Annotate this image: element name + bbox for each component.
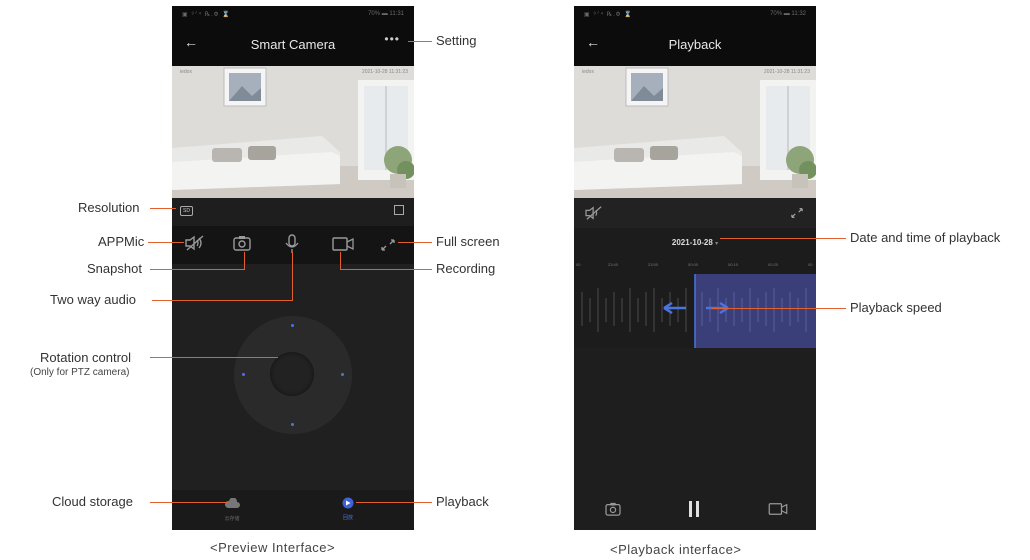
- room-scene: [574, 66, 816, 198]
- cloud-storage-callout-line: [150, 502, 228, 503]
- ptz-down-dot[interactable]: [291, 423, 294, 426]
- playback-speed-callout: Playback speed: [850, 300, 942, 315]
- ptz-right-dot[interactable]: [341, 373, 344, 376]
- status-icons: ▣ ⁹ᐟ⁴ ℞.Ф ⌛: [182, 12, 231, 18]
- mute-mic-icon[interactable]: [184, 234, 206, 257]
- cloud-storage-callout: Cloud storage: [52, 494, 133, 509]
- timeline-tick: 00: [808, 262, 813, 267]
- playback-date: 2021-10-28: [671, 238, 713, 247]
- video-control-bar: [574, 198, 816, 228]
- playback-empty-area: [574, 348, 816, 490]
- watermark-logo: iedox: [582, 69, 594, 75]
- fullscreen-icon[interactable]: [380, 238, 396, 257]
- page-title: Smart Camera: [250, 37, 336, 52]
- cloud-storage-label: 云存储: [224, 516, 240, 522]
- watermark-logo: iedox: [180, 69, 192, 75]
- playback-label: 回放: [342, 515, 353, 521]
- timeline-tick: 00:20: [768, 262, 779, 267]
- rotation-control-callout: Rotation control: [40, 350, 132, 365]
- snapshot-callout: Snapshot: [87, 261, 142, 276]
- video-timestamp: 2021-10-28 11:31:23: [361, 69, 408, 75]
- resolution-badge[interactable]: SD: [180, 206, 193, 216]
- status-bar: ▣ ⁹ᐟ⁴ ℞.Ф ⌛ 70% ▬ 11:32: [574, 6, 816, 24]
- timeline-graphic: [574, 274, 816, 348]
- record-icon[interactable]: [768, 502, 788, 521]
- fullscreen-icon[interactable]: [790, 206, 804, 224]
- recording-callout: Recording: [436, 261, 496, 276]
- rotation-control-note: (Only for PTZ camera): [30, 367, 130, 378]
- playback-caption: <Playback interface>: [610, 542, 742, 557]
- preview-caption: <Preview Interface>: [210, 540, 336, 555]
- expand-icon[interactable]: [394, 205, 404, 215]
- timeline-panel: 2021-10-28 ▾ 00 23:40 23:50 00:00 00:10 …: [574, 228, 816, 348]
- video-record-icon[interactable]: [332, 236, 354, 257]
- resolution-callout: Resolution: [78, 200, 140, 215]
- timeline-tick: 00: [576, 262, 581, 267]
- appmic-callout: APPMic: [98, 234, 145, 249]
- cloud-icon: [224, 497, 240, 508]
- timeline-tick: 00:10: [728, 262, 739, 267]
- two-way-audio-callout-vline: [292, 252, 293, 301]
- room-scene: [172, 66, 414, 198]
- two-way-audio-callout-line: [152, 300, 292, 301]
- status-icons: ▣ ⁹ᐟ⁴ ℞.Ф ⌛: [584, 12, 633, 18]
- ptz-left-dot[interactable]: [242, 373, 245, 376]
- date-dropdown-icon: ▾: [715, 241, 719, 247]
- video-info-bar: SD: [172, 198, 414, 226]
- playback-video[interactable]: iedox 2021-10-28 11:31:23: [574, 66, 816, 198]
- playback-callout: Playback: [436, 494, 489, 509]
- recording-callout-vline: [340, 252, 341, 270]
- two-way-audio-callout: Two way audio: [50, 292, 136, 307]
- timeline-track[interactable]: [574, 274, 816, 348]
- ptz-up-dot[interactable]: [291, 324, 294, 327]
- video-timestamp: 2021-10-28 11:31:23: [763, 69, 810, 75]
- snapshot-callout-vline: [244, 252, 245, 270]
- playback-icon: [342, 497, 354, 509]
- app-header: ← Playback: [574, 24, 816, 66]
- playback-phone: ▣ ⁹ᐟ⁴ ℞.Ф ⌛ 70% ▬ 11:32 ← Playback iedox…: [574, 6, 816, 530]
- page-title: Playback: [668, 37, 722, 52]
- preview-phone: ▣ ⁹ᐟ⁴ ℞.Ф ⌛ 70% ▬ 11:31 ← Smart Camera •…: [172, 6, 414, 530]
- appmic-callout-line: [148, 242, 184, 243]
- fullscreen-callout: Full screen: [436, 234, 500, 249]
- playback-speed-callout-line: [712, 308, 846, 309]
- timeline-ticks: 00 23:40 23:50 00:00 00:10 00:20 00: [574, 262, 816, 272]
- date-time-callout: Date and time of playback: [850, 230, 1001, 245]
- setting-callout: Setting: [436, 33, 477, 48]
- camera-icon[interactable]: [232, 235, 252, 256]
- recording-callout-line: [340, 269, 432, 270]
- setting-callout-line: [408, 41, 432, 42]
- date-selector[interactable]: 2021-10-28 ▾: [574, 238, 816, 247]
- date-time-callout-line: [720, 238, 846, 239]
- live-video-feed[interactable]: iedox 2021-10-28 11:31:23: [172, 66, 414, 198]
- ptz-center-knob[interactable]: [270, 352, 314, 396]
- fullscreen-callout-line: [398, 242, 432, 243]
- playback-callout-line: [356, 502, 432, 503]
- snapshot-icon[interactable]: [604, 502, 622, 521]
- rotation-callout-line: [150, 357, 278, 358]
- timeline-tick: 23:50: [648, 262, 659, 267]
- snapshot-callout-line: [150, 269, 244, 270]
- ptz-joystick[interactable]: [234, 316, 352, 434]
- bottom-nav: 云存储 回放: [172, 490, 414, 530]
- timeline-tick: 23:40: [608, 262, 619, 267]
- status-battery-time: 70% ▬ 11:31: [368, 11, 404, 17]
- timeline-tick: 00:00: [688, 262, 699, 267]
- control-toolbar: [172, 226, 414, 264]
- playback-tab[interactable]: 回放: [328, 496, 368, 521]
- app-header: ← Smart Camera •••: [172, 24, 414, 66]
- more-options-icon[interactable]: •••: [384, 32, 400, 46]
- playback-controls: [574, 490, 816, 530]
- ptz-panel: [172, 264, 414, 490]
- resolution-callout-line: [150, 208, 176, 209]
- cloud-storage-tab[interactable]: 云存储: [212, 496, 252, 522]
- status-bar: ▣ ⁹ᐟ⁴ ℞.Ф ⌛ 70% ▬ 11:31: [172, 6, 414, 24]
- mute-speaker-icon[interactable]: [584, 205, 604, 226]
- status-battery-time: 70% ▬ 11:32: [770, 11, 806, 17]
- pause-icon[interactable]: [687, 500, 701, 523]
